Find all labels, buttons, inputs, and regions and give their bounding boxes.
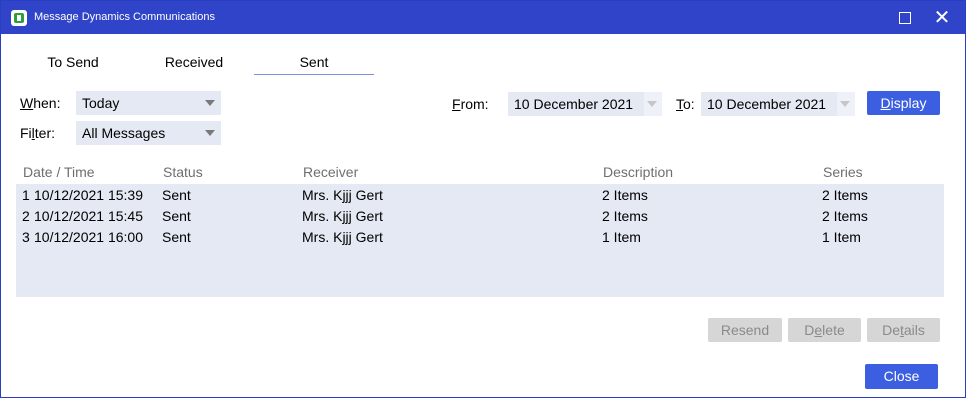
chevron-down-icon <box>205 100 215 106</box>
row-receiver: Mrs. Kjjj Gert <box>302 187 383 203</box>
row-description: 2 Items <box>602 208 648 224</box>
row-series: 2 Items <box>822 208 868 224</box>
from-date-picker[interactable]: 10 December 2021 <box>508 92 662 116</box>
when-select[interactable]: Today <box>76 91 221 115</box>
main-window: Message Dynamics Communications ✕ To Sen… <box>0 0 966 398</box>
row-status: Sent <box>162 229 191 245</box>
row-series: 1 Item <box>822 229 861 245</box>
column-header-datetime[interactable]: Date / Time <box>23 164 95 180</box>
column-header-status[interactable]: Status <box>163 164 203 180</box>
app-logo-icon <box>11 10 27 26</box>
delete-button[interactable]: Delete <box>788 318 861 342</box>
maximize-button[interactable] <box>888 1 922 34</box>
to-label: To: <box>676 96 695 112</box>
resend-button[interactable]: Resend <box>708 318 782 342</box>
close-button[interactable]: Close <box>865 364 938 389</box>
messages-table[interactable]: 1 10/12/2021 15:39 Sent Mrs. Kjjj Gert 2… <box>16 184 944 297</box>
to-date-picker[interactable]: 10 December 2021 <box>701 92 855 116</box>
close-window-button[interactable]: ✕ <box>925 1 959 34</box>
row-number: 3 <box>22 229 30 245</box>
details-button[interactable]: Details <box>867 318 940 342</box>
when-value: Today <box>82 95 120 111</box>
maximize-icon <box>899 12 911 24</box>
filter-label: Filter: <box>20 125 56 141</box>
from-label: From: <box>452 96 489 112</box>
column-header-series[interactable]: Series <box>823 164 863 180</box>
window-title: Message Dynamics Communications <box>34 11 215 23</box>
row-receiver: Mrs. Kjjj Gert <box>302 229 383 245</box>
chevron-down-icon <box>647 101 657 107</box>
chevron-down-icon <box>840 101 850 107</box>
row-datetime: 10/12/2021 15:45 <box>34 208 143 224</box>
to-date-value: 10 December 2021 <box>707 96 827 112</box>
column-header-receiver[interactable]: Receiver <box>303 164 358 180</box>
row-description: 1 Item <box>602 229 641 245</box>
row-status: Sent <box>162 208 191 224</box>
row-description: 2 Items <box>602 187 648 203</box>
when-label: When: <box>20 95 61 111</box>
filter-select[interactable]: All Messages <box>76 121 221 145</box>
display-button[interactable]: Display <box>867 91 940 115</box>
row-number: 1 <box>22 187 30 203</box>
filter-value: All Messages <box>82 125 166 141</box>
column-header-description[interactable]: Description <box>603 164 673 180</box>
row-number: 2 <box>22 208 30 224</box>
title-bar[interactable]: Message Dynamics Communications ✕ <box>1 1 965 34</box>
tab-to-send[interactable]: To Send <box>33 54 113 74</box>
row-datetime: 10/12/2021 15:39 <box>34 187 143 203</box>
close-icon: ✕ <box>933 5 951 29</box>
tab-sent[interactable]: Sent <box>254 54 374 75</box>
row-status: Sent <box>162 187 191 203</box>
row-series: 2 Items <box>822 187 868 203</box>
tab-received[interactable]: Received <box>149 54 239 74</box>
row-datetime: 10/12/2021 16:00 <box>34 229 143 245</box>
chevron-down-icon <box>205 130 215 136</box>
from-date-value: 10 December 2021 <box>514 96 634 112</box>
row-receiver: Mrs. Kjjj Gert <box>302 208 383 224</box>
